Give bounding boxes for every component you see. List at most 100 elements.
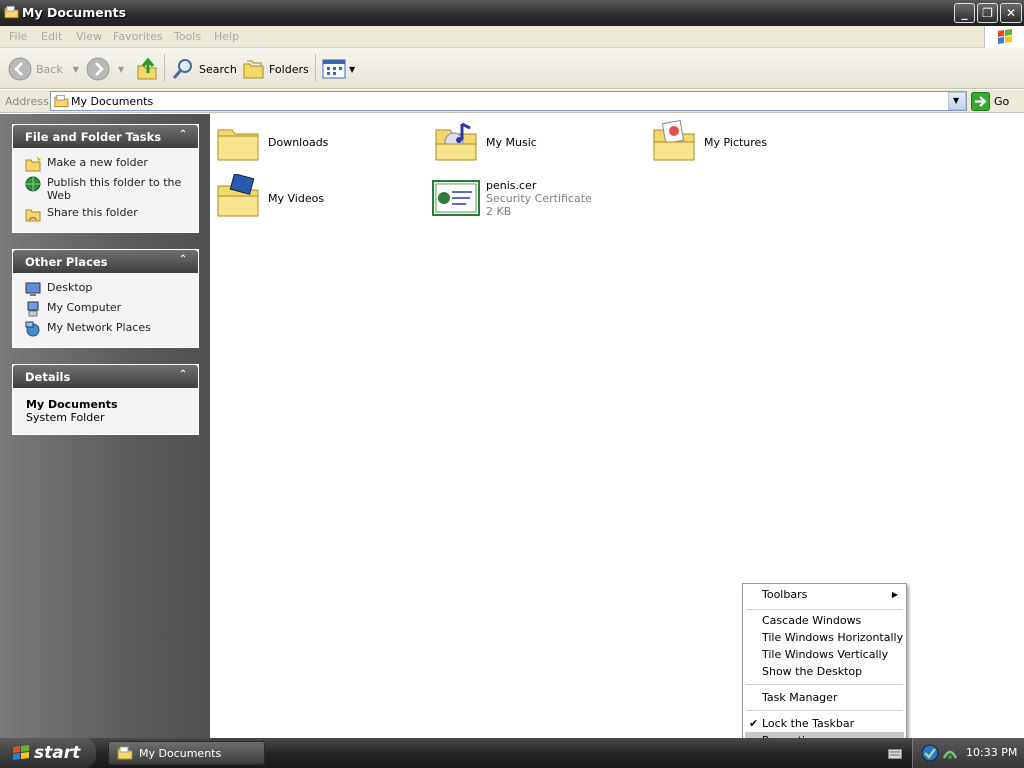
panel-header[interactable]: File and Folder Tasks ⌃ bbox=[13, 125, 198, 148]
go-button[interactable]: Go bbox=[971, 91, 1009, 111]
submenu-arrow-icon: ▶ bbox=[891, 590, 898, 599]
menu-bar: File Edit View Favorites Tools Help bbox=[0, 26, 1024, 48]
taskbar[interactable]: start My Documents 10:33 PM bbox=[0, 738, 1024, 768]
toolbar-separator bbox=[164, 54, 165, 82]
views-grid-icon bbox=[322, 59, 346, 79]
address-dropdown-button[interactable]: ▼ bbox=[948, 92, 966, 110]
menu-item-show-desktop[interactable]: Show the Desktop bbox=[745, 663, 904, 680]
collapse-icon[interactable]: ⌃ bbox=[176, 129, 190, 143]
desktop-icon bbox=[25, 282, 41, 296]
folders-icon bbox=[243, 60, 264, 79]
taskbar-context-menu: Toolbars ▶ Cascade Windows Tile Windows … bbox=[742, 583, 907, 751]
system-tray: 10:33 PM bbox=[912, 738, 1024, 768]
title-bar[interactable]: My Documents _ ❐ ✕ bbox=[0, 0, 1024, 26]
panel-header[interactable]: Other Places ⌃ bbox=[13, 250, 198, 273]
menu-favorites[interactable]: Favorites bbox=[113, 30, 163, 43]
menu-edit[interactable]: Edit bbox=[41, 30, 62, 43]
file-item-my-videos[interactable]: My Videos bbox=[214, 174, 324, 222]
clock[interactable]: 10:33 PM bbox=[966, 746, 1017, 759]
globe-icon bbox=[25, 176, 41, 192]
network-connection-icon[interactable] bbox=[941, 744, 959, 762]
up-folder-icon bbox=[137, 57, 157, 80]
details-type: System Folder bbox=[26, 411, 105, 424]
menu-separator bbox=[746, 684, 903, 685]
address-bar: Address My Documents ▼ Go bbox=[0, 90, 1024, 113]
music-folder-icon bbox=[435, 122, 477, 161]
menu-separator bbox=[746, 609, 903, 610]
address-label: Address bbox=[5, 95, 49, 108]
menu-item-toolbars[interactable]: Toolbars ▶ bbox=[745, 586, 904, 603]
task-publish-folder[interactable]: Publish this folder to the Web bbox=[25, 176, 190, 202]
panel-header[interactable]: Details ⌃ bbox=[13, 365, 198, 388]
folder-icon bbox=[117, 746, 133, 760]
file-item-downloads[interactable]: Downloads bbox=[214, 118, 328, 166]
task-share-folder[interactable]: Share this folder bbox=[25, 206, 190, 222]
windows-logo bbox=[984, 26, 1024, 48]
minimize-button[interactable]: _ bbox=[954, 3, 975, 23]
panel-title: Other Places bbox=[25, 255, 108, 269]
file-folder-tasks-panel: File and Folder Tasks ⌃ Make a new folde… bbox=[12, 124, 199, 233]
search-icon bbox=[172, 59, 192, 79]
menu-file[interactable]: File bbox=[9, 30, 27, 43]
place-my-computer[interactable]: My Computer bbox=[25, 301, 190, 317]
task-make-new-folder[interactable]: Make a new folder bbox=[25, 156, 190, 172]
menu-help[interactable]: Help bbox=[214, 30, 239, 43]
menu-item-tile-horizontally[interactable]: Tile Windows Horizontally bbox=[745, 629, 904, 646]
forward-button[interactable]: ▼ bbox=[86, 54, 124, 84]
window-title: My Documents bbox=[22, 5, 127, 20]
certificate-icon bbox=[432, 180, 480, 216]
new-folder-icon bbox=[25, 156, 41, 172]
other-places-panel: Other Places ⌃ Desktop My Computer My Ne… bbox=[12, 249, 199, 348]
collapse-icon[interactable]: ⌃ bbox=[176, 254, 190, 268]
menu-item-tile-vertically[interactable]: Tile Windows Vertically bbox=[745, 646, 904, 663]
computer-icon bbox=[27, 301, 39, 317]
forward-arrow-icon bbox=[86, 57, 110, 81]
start-button[interactable]: start bbox=[0, 738, 96, 768]
chevron-down-icon: ▼ bbox=[118, 64, 125, 74]
close-button[interactable]: ✕ bbox=[1000, 3, 1022, 23]
details-panel: Details ⌃ My Documents System Folder bbox=[12, 364, 199, 435]
network-icon bbox=[25, 321, 40, 337]
menu-item-lock-taskbar[interactable]: ✔ Lock the Taskbar bbox=[745, 715, 904, 732]
chevron-down-icon: ▼ bbox=[953, 96, 960, 105]
toolbar-separator bbox=[315, 54, 316, 82]
share-folder-icon bbox=[25, 209, 41, 222]
place-desktop[interactable]: Desktop bbox=[25, 281, 190, 297]
file-item-my-pictures[interactable]: My Pictures bbox=[650, 118, 767, 166]
folders-button[interactable]: Folders bbox=[243, 54, 309, 84]
back-button[interactable]: Back ▼ bbox=[8, 54, 79, 84]
panel-title: Details bbox=[25, 370, 71, 384]
go-arrow-icon bbox=[971, 91, 990, 111]
videos-folder-icon bbox=[217, 174, 259, 217]
chevron-down-icon: ▼ bbox=[349, 64, 356, 74]
pictures-folder-icon bbox=[653, 120, 695, 161]
toolbar: Back ▼ ▼ Search Folders ▼ bbox=[0, 48, 1024, 89]
panel-title: File and Folder Tasks bbox=[25, 130, 162, 144]
task-pane: File and Folder Tasks ⌃ Make a new folde… bbox=[0, 114, 210, 738]
address-input[interactable]: My Documents ▼ bbox=[50, 91, 967, 111]
file-item-my-music[interactable]: My Music bbox=[432, 118, 537, 166]
menu-separator bbox=[746, 710, 903, 711]
menu-tools[interactable]: Tools bbox=[174, 30, 201, 43]
taskbar-window-my-documents[interactable]: My Documents bbox=[108, 741, 265, 765]
views-button[interactable]: ▼ bbox=[322, 54, 355, 84]
folder-icon bbox=[4, 5, 19, 19]
chevron-down-icon: ▼ bbox=[72, 64, 79, 74]
up-folder-button[interactable] bbox=[136, 54, 158, 84]
place-my-network-places[interactable]: My Network Places bbox=[25, 321, 190, 337]
folder-icon bbox=[54, 94, 69, 108]
details-name: My Documents bbox=[26, 398, 118, 411]
back-arrow-icon bbox=[8, 57, 32, 81]
menu-item-cascade-windows[interactable]: Cascade Windows bbox=[745, 612, 904, 629]
keyboard-icon[interactable] bbox=[888, 749, 902, 759]
menu-view[interactable]: View bbox=[76, 30, 102, 43]
maximize-button[interactable]: ❐ bbox=[977, 3, 998, 23]
windows-flag-icon bbox=[998, 29, 1012, 44]
windows-flag-icon bbox=[13, 745, 29, 760]
menu-item-task-manager[interactable]: Task Manager bbox=[745, 689, 904, 706]
security-shield-icon[interactable] bbox=[921, 744, 939, 762]
search-button[interactable]: Search bbox=[171, 54, 237, 84]
collapse-icon[interactable]: ⌃ bbox=[176, 369, 190, 383]
file-item-certificate[interactable]: penis.cer Security Certificate 2 KB bbox=[432, 174, 592, 222]
folder-icon bbox=[217, 129, 259, 161]
